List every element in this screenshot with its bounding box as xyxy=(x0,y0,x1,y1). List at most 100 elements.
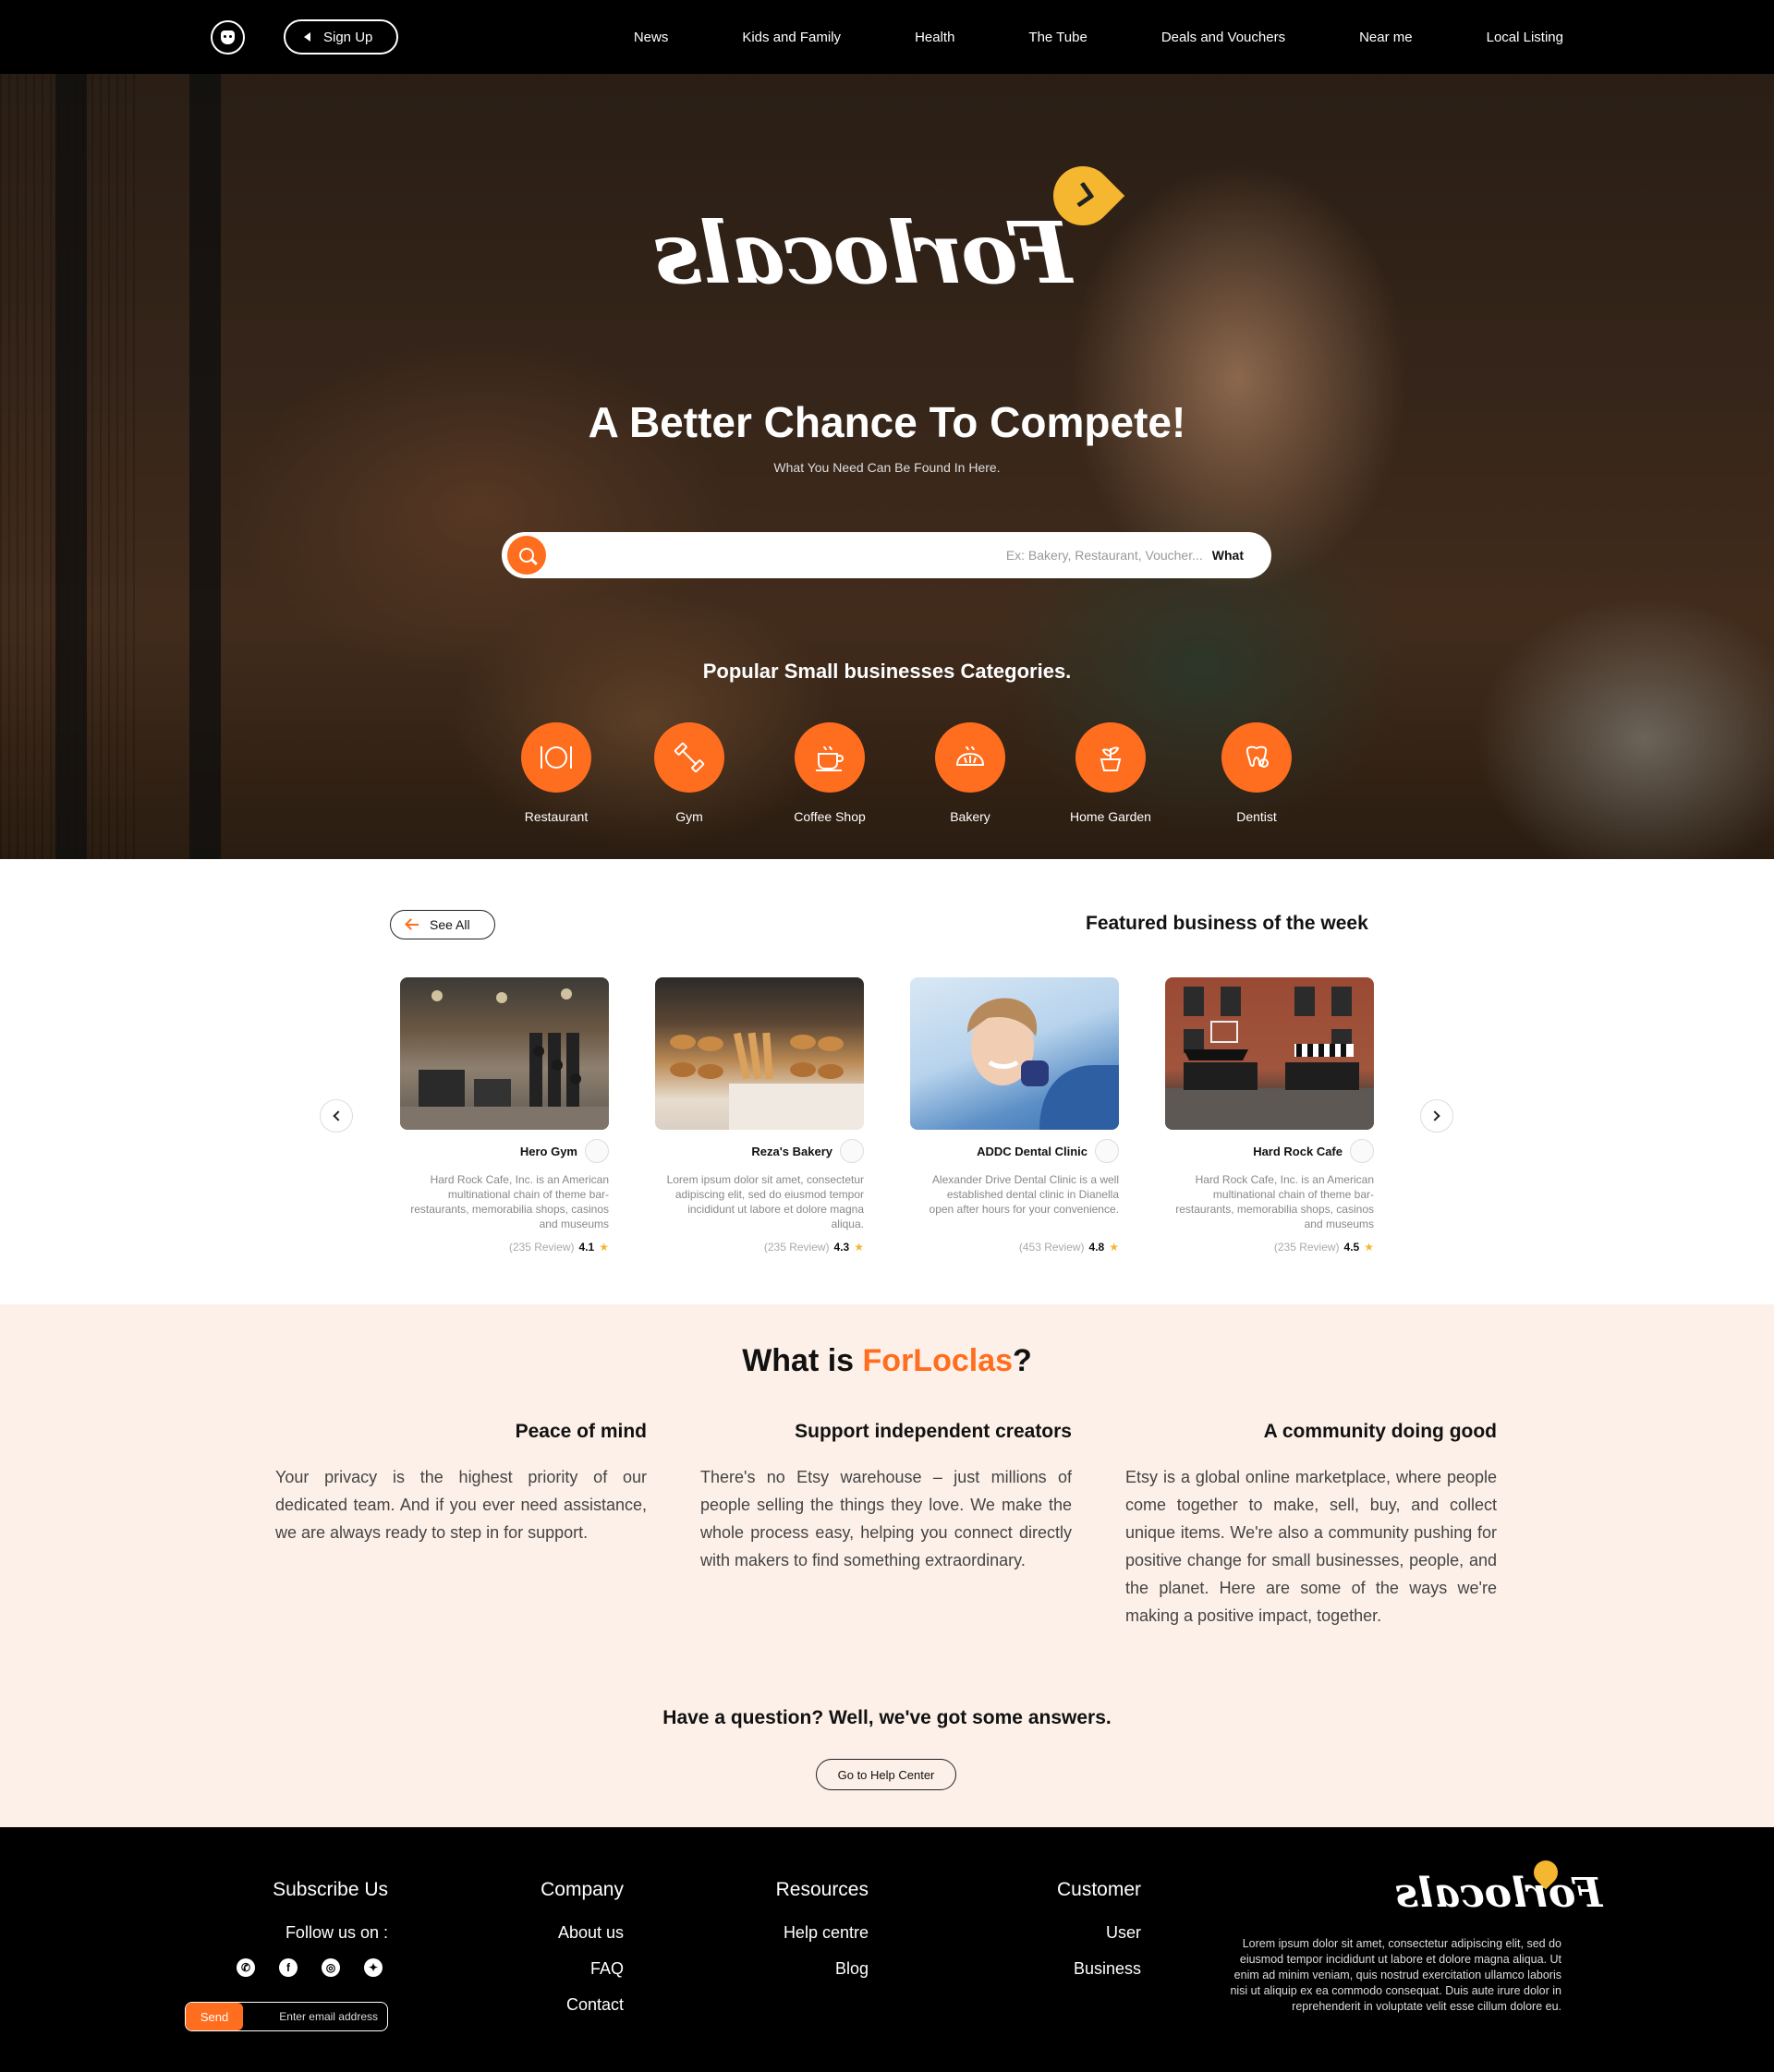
business-description: Hard Rock Cafe, Inc. is an American mult… xyxy=(1175,1173,1374,1230)
footer-link-user[interactable]: User xyxy=(1057,1923,1141,1943)
category-icon-circle xyxy=(1221,722,1292,793)
tooth-icon xyxy=(1245,745,1269,768)
business-rating: (235 Review) 4.1 ★ xyxy=(400,1241,609,1254)
business-card[interactable]: ADDC Dental Clinic Alexander Drive Denta… xyxy=(910,977,1119,1254)
instagram-icon[interactable]: ◎ xyxy=(322,1958,340,1977)
nav-link-the-tube[interactable]: The Tube xyxy=(1028,30,1087,45)
footer-link-about[interactable]: About us xyxy=(541,1923,624,1943)
dumbbell-icon xyxy=(674,742,705,773)
feature-text: Your privacy is the highest priority of … xyxy=(275,1468,647,1542)
business-name[interactable]: ADDC Dental Clinic xyxy=(977,1145,1087,1158)
category-icon-circle xyxy=(795,722,865,793)
category-dentist[interactable]: Dentist xyxy=(1192,722,1321,824)
footer-link-blog[interactable]: Blog xyxy=(776,1959,869,1979)
user-icon xyxy=(221,30,235,44)
social-links: ✆ f ◎ ✦ xyxy=(237,1958,383,1977)
business-description: Alexander Drive Dental Clinic is a well … xyxy=(929,1173,1119,1216)
nav-link-deals-vouchers[interactable]: Deals and Vouchers xyxy=(1161,30,1285,45)
feature-column-peace-of-mind: Peace of mind Your privacy is the highes… xyxy=(275,1421,647,1546)
rating-value: 4.8 xyxy=(1088,1241,1105,1254)
footer-column-title: Subscribe Us xyxy=(273,1879,388,1900)
review-count: (235 Review) xyxy=(508,1241,575,1254)
review-count: (235 Review) xyxy=(1273,1241,1340,1254)
category-coffee-shop[interactable]: Coffee Shop xyxy=(765,722,894,824)
nav-link-local-listing[interactable]: Local Listing xyxy=(1487,30,1563,45)
facebook-icon[interactable]: f xyxy=(279,1958,298,1977)
business-logo-icon xyxy=(840,1139,864,1163)
gym-photo xyxy=(400,988,609,1130)
nav-link-news[interactable]: News xyxy=(634,30,669,45)
help-center-button[interactable]: Go to Help Center xyxy=(816,1759,956,1790)
footer-link-faq[interactable]: FAQ xyxy=(541,1959,624,1979)
business-photo xyxy=(400,977,609,1130)
footer-column-customer: Customer User Business xyxy=(1057,1879,1141,1979)
footer-column-title: Customer xyxy=(1056,1879,1141,1900)
category-icon-circle xyxy=(935,722,1005,793)
nav-left: Sign Up xyxy=(211,19,399,55)
category-restaurant[interactable]: Restaurant xyxy=(492,722,621,824)
featured-section: Featured business of the week See All He… xyxy=(0,859,1774,1304)
business-card[interactable]: Reza's Bakery Lorem ipsum dolor sit amet… xyxy=(655,977,864,1254)
category-list: Restaurant Gym Coffee Shop Bakery Home G… xyxy=(492,722,1294,833)
carousel-prev-button[interactable] xyxy=(320,1099,353,1133)
business-name[interactable]: Hero Gym xyxy=(520,1145,577,1158)
hero-section: Forlocals A Better Chance To Compete! Wh… xyxy=(0,74,1774,859)
feature-text: There's no Etsy warehouse – just million… xyxy=(700,1468,1072,1569)
nav-link-near-me[interactable]: Near me xyxy=(1359,30,1413,45)
business-card[interactable]: Hero Gym Hard Rock Cafe, Inc. is an Amer… xyxy=(400,977,609,1254)
user-avatar-button[interactable] xyxy=(211,19,245,55)
business-card-header: Reza's Bakery xyxy=(655,1139,864,1163)
signup-button[interactable]: Sign Up xyxy=(284,19,399,55)
footer-link-help-centre[interactable]: Help centre xyxy=(776,1923,869,1943)
category-home-garden[interactable]: Home Garden xyxy=(1046,722,1175,824)
star-icon: ★ xyxy=(1109,1241,1119,1254)
business-description: Lorem ipsum dolor sit amet, consectetur … xyxy=(666,1173,864,1230)
feature-heading: Support independent creators xyxy=(795,1421,1072,1442)
what-is-title-brand: ForLoclas xyxy=(862,1343,1014,1378)
footer-column-title: Resources xyxy=(775,1879,869,1900)
email-input[interactable]: Enter email address xyxy=(279,2010,378,2023)
business-rating: (235 Review) 4.5 ★ xyxy=(1165,1241,1374,1254)
phone-icon[interactable]: ✆ xyxy=(237,1958,255,1977)
business-card-header: Hero Gym xyxy=(400,1139,609,1163)
category-label: Coffee Shop xyxy=(794,809,866,824)
carousel-next-button[interactable] xyxy=(1420,1099,1453,1133)
business-card-header: Hard Rock Cafe xyxy=(1165,1139,1374,1163)
what-is-title-suffix: ? xyxy=(1013,1343,1032,1378)
dental-photo xyxy=(967,998,1119,1130)
footer-link-contact[interactable]: Contact xyxy=(541,1995,624,2015)
category-bakery[interactable]: Bakery xyxy=(905,722,1035,824)
business-name[interactable]: Reza's Bakery xyxy=(751,1145,832,1158)
footer-logo[interactable]: Forlocals xyxy=(1395,1855,1602,1925)
search-input[interactable]: Ex: Bakery, Restaurant, Voucher... xyxy=(1006,548,1203,563)
business-logo-icon xyxy=(585,1139,609,1163)
business-logo-icon xyxy=(1095,1139,1119,1163)
business-photo xyxy=(910,977,1119,1130)
category-label: Dentist xyxy=(1236,809,1277,824)
follow-us-label: Follow us on : xyxy=(285,1923,388,1942)
signup-label: Sign Up xyxy=(323,29,373,45)
nav-link-kids-family[interactable]: Kids and Family xyxy=(742,30,841,45)
see-all-button[interactable]: See All xyxy=(390,910,495,939)
business-card[interactable]: Hard Rock Cafe Hard Rock Cafe, Inc. is a… xyxy=(1165,977,1374,1254)
nav-link-health[interactable]: Health xyxy=(915,30,954,45)
feature-column-community: A community doing good Etsy is a global … xyxy=(1125,1421,1497,1630)
footer-column-subscribe: Subscribe Us Follow us on : xyxy=(273,1879,388,1943)
hero-logo: Forlocals xyxy=(655,153,1127,333)
search-button[interactable] xyxy=(507,536,546,575)
see-all-label: See All xyxy=(430,917,470,932)
review-count: (453 Review) xyxy=(1018,1241,1085,1254)
footer-description: Lorem ipsum dolor sit amet, consectetur … xyxy=(1230,1937,1561,2013)
hero-title: A Better Chance To Compete! xyxy=(588,398,1186,446)
category-gym[interactable]: Gym xyxy=(625,722,754,824)
send-button[interactable]: Send xyxy=(186,2003,243,2030)
business-name[interactable]: Hard Rock Cafe xyxy=(1253,1145,1343,1158)
footer-column-company: Company About us FAQ Contact xyxy=(541,1879,624,2015)
business-photo xyxy=(1165,977,1374,1130)
hero-subtitle: What You Need Can Be Found In Here. xyxy=(773,460,1001,475)
business-description: Hard Rock Cafe, Inc. is an American mult… xyxy=(410,1173,609,1230)
footer-link-business[interactable]: Business xyxy=(1057,1959,1141,1979)
star-icon: ★ xyxy=(854,1241,864,1254)
search-bar[interactable]: Ex: Bakery, Restaurant, Voucher... What xyxy=(502,532,1271,578)
twitter-icon[interactable]: ✦ xyxy=(364,1958,383,1977)
